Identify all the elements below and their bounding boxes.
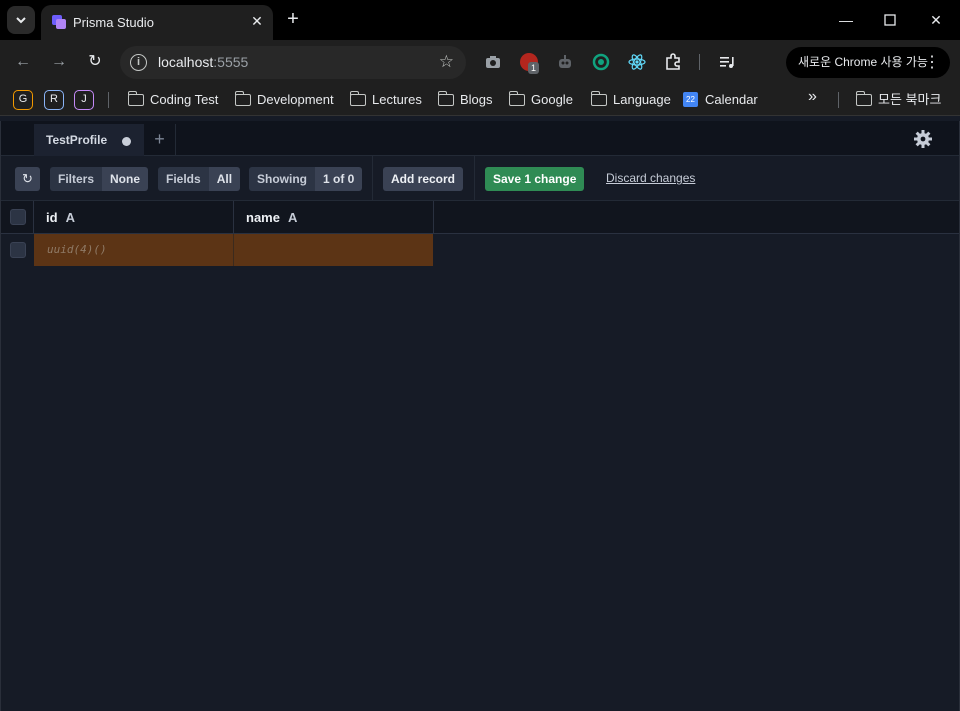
minimize-window-icon[interactable]: — <box>823 8 869 32</box>
refresh-icon: ↻ <box>22 171 33 186</box>
close-tab-icon[interactable]: ✕ <box>248 12 266 30</box>
filters-label: Filters <box>50 167 103 191</box>
camera-extension-icon[interactable] <box>484 53 502 71</box>
tab-title: Prisma Studio <box>73 15 154 30</box>
profile-pill-r[interactable]: R <box>44 90 64 110</box>
profile-pill-j[interactable]: J <box>74 90 94 110</box>
toolbar-separator <box>699 54 700 70</box>
filters-value: None <box>102 167 149 191</box>
bookmark-development[interactable]: Development <box>234 90 334 110</box>
cell-id[interactable]: uuid(4)() <box>34 234 234 266</box>
reload-icon[interactable]: ↻ <box>84 51 106 73</box>
refresh-button[interactable]: ↻ <box>15 167 40 191</box>
bookmarks-separator <box>838 92 839 108</box>
row-checkbox[interactable] <box>10 242 26 258</box>
showing-label: Showing <box>249 167 315 191</box>
bookmarks-separator <box>108 92 109 108</box>
select-all-checkbox[interactable] <box>10 209 26 225</box>
new-tab-button[interactable]: + <box>283 8 303 30</box>
browser-tab-prisma-studio[interactable]: Prisma Studio ✕ <box>41 5 273 40</box>
robot-extension-icon[interactable] <box>556 53 574 71</box>
folder-icon <box>508 91 525 106</box>
bookmark-coding-test[interactable]: Coding Test <box>127 90 218 110</box>
bookmarks-bar: G R J Coding Test Development Lectures B… <box>0 84 960 116</box>
calendar-icon: 22 <box>683 92 698 107</box>
back-arrow-icon[interactable]: ← <box>12 51 34 73</box>
toolbar-divider <box>474 156 475 201</box>
fields-value: All <box>208 167 241 191</box>
fields-button[interactable]: Fields All <box>158 167 241 191</box>
bookmark-calendar[interactable]: 22 Calendar <box>683 90 758 110</box>
url-text: localhost:5555 <box>158 54 249 70</box>
tab-search-button[interactable] <box>7 6 35 34</box>
folder-icon <box>590 91 607 106</box>
add-tab-button[interactable]: + <box>144 124 176 156</box>
column-name: id <box>46 210 58 225</box>
ublock-extension-icon[interactable]: 1 <box>520 53 540 74</box>
bookmark-lectures[interactable]: Lectures <box>349 90 422 110</box>
chrome-update-label: 새로운 Chrome 사용 가능 <box>798 55 928 69</box>
bookmark-language[interactable]: Language <box>590 90 671 110</box>
folder-icon <box>234 91 251 106</box>
address-bar[interactable]: i localhost:5555 ☆ <box>120 46 466 79</box>
browser-toolbar: ← → ↻ i localhost:5555 ☆ 1 새로운 Chrome 사용… <box>0 40 960 84</box>
showing-button[interactable]: Showing 1 of 0 <box>249 167 363 191</box>
puzzle-extensions-icon[interactable] <box>664 53 682 71</box>
folder-icon <box>855 91 872 106</box>
filters-button[interactable]: Filters None <box>50 167 149 191</box>
close-window-icon[interactable]: ✕ <box>913 8 959 32</box>
column-name: name <box>246 210 280 225</box>
tab-strip: Prisma Studio ✕ + — ✕ <box>0 0 960 40</box>
media-queue-icon[interactable] <box>718 53 736 71</box>
folder-icon <box>127 91 144 106</box>
react-devtools-icon[interactable] <box>628 53 646 71</box>
chevron-down-icon <box>16 17 26 24</box>
folder-icon <box>437 91 454 106</box>
chatgpt-extension-icon[interactable] <box>592 53 610 71</box>
browser-window: Prisma Studio ✕ + — ✕ ← → ↻ i localhost:… <box>0 0 960 711</box>
tab-testprofile[interactable]: TestProfile <box>34 124 144 156</box>
table-row[interactable]: uuid(4)() <box>1 234 959 266</box>
prisma-favicon-icon <box>52 15 66 29</box>
unsaved-dot-icon[interactable] <box>122 137 131 146</box>
site-info-icon[interactable]: i <box>130 54 147 71</box>
studio-toolbar: ↻ Filters None Fields All Showing 1 of 0… <box>1 156 959 201</box>
bookmark-google[interactable]: Google <box>508 90 573 110</box>
column-header-id[interactable]: id A <box>34 201 234 234</box>
chrome-update-button[interactable]: 새로운 Chrome 사용 가능 ⋮ <box>786 47 950 78</box>
more-menu-icon[interactable]: ⋮ <box>924 47 940 78</box>
forward-arrow-icon[interactable]: → <box>48 51 70 73</box>
model-tabs: TestProfile + <box>1 121 959 156</box>
column-type: A <box>65 210 75 225</box>
bookmark-star-icon[interactable]: ☆ <box>439 52 454 72</box>
save-changes-button[interactable]: Save 1 change <box>485 167 585 191</box>
all-bookmarks-folder[interactable]: 모든 북마크 <box>855 90 941 110</box>
gear-icon[interactable] <box>913 129 933 149</box>
profile-pill-g[interactable]: G <box>13 90 33 110</box>
toolbar-divider <box>372 156 373 201</box>
extension-badge: 1 <box>528 62 540 74</box>
prisma-studio-app: TestProfile + ↻ Filters None Fields All … <box>0 121 960 711</box>
bookmark-blogs[interactable]: Blogs <box>437 90 493 110</box>
add-record-button[interactable]: Add record <box>383 167 464 191</box>
bookmarks-overflow-button[interactable]: » <box>808 88 817 106</box>
cell-name[interactable] <box>234 234 433 266</box>
table-header: id A name A <box>1 201 959 234</box>
column-type: A <box>287 210 298 225</box>
discard-changes-link[interactable]: Discard changes <box>606 171 695 185</box>
maximize-window-icon[interactable] <box>867 8 913 32</box>
column-header-name[interactable]: name A <box>234 201 434 234</box>
select-all-cell <box>1 201 34 234</box>
showing-value: 1 of 0 <box>315 167 363 191</box>
tab-label: TestProfile <box>46 133 108 147</box>
fields-label: Fields <box>158 167 209 191</box>
folder-icon <box>349 91 366 106</box>
